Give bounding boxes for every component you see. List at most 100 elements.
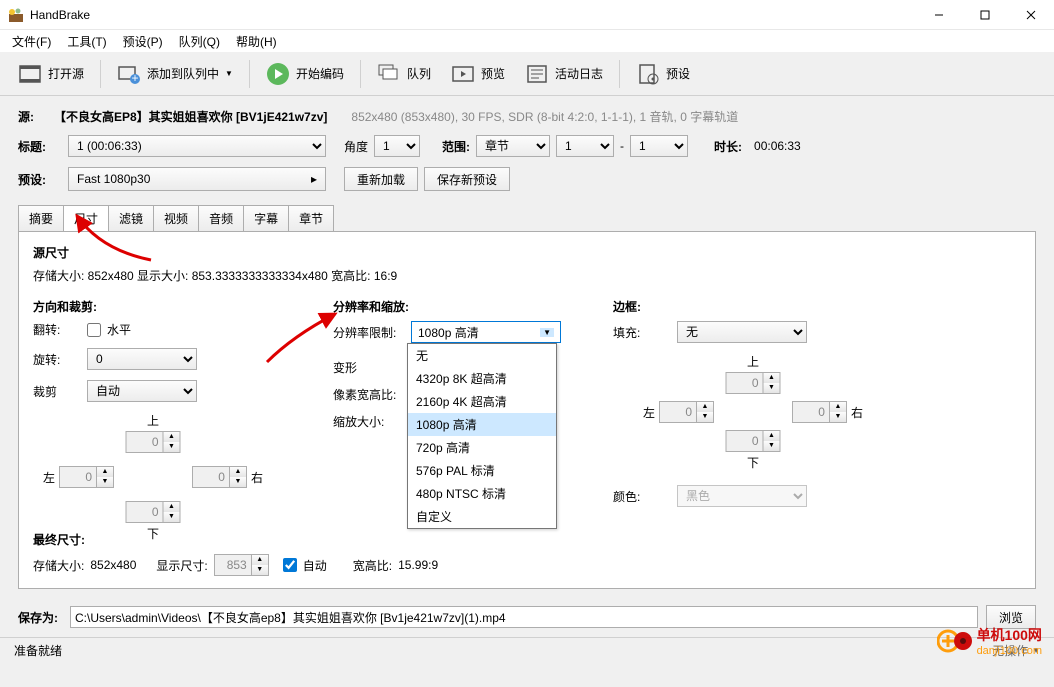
source-name: 【不良女高EP8】其实姐姐喜欢你 [BV1jE421w7zv]	[54, 108, 327, 125]
range-to-select[interactable]: 1	[630, 135, 688, 157]
dd-720p[interactable]: 720p 高清	[408, 436, 556, 459]
title-select[interactable]: 1 (00:06:33)	[68, 135, 326, 157]
flip-label: 翻转:	[33, 321, 81, 338]
reload-preset-button[interactable]: 重新加载	[344, 167, 418, 191]
pad-right[interactable]: ▲▼	[792, 401, 847, 423]
border-pad-grid: 上 ▲▼ 左 ▲▼ ▲▼ 右 ▲▼ 下	[643, 353, 863, 471]
crop-left[interactable]: ▲▼	[59, 466, 114, 488]
source-info: 852x480 (853x480), 30 FPS, SDR (8-bit 4:…	[351, 108, 738, 125]
auto-label: 自动	[303, 557, 327, 574]
close-button[interactable]	[1008, 0, 1054, 30]
auto-checkbox[interactable]	[283, 558, 297, 572]
final-title: 最终尺寸:	[33, 531, 1021, 548]
menu-tools[interactable]: 工具(T)	[59, 31, 114, 52]
activity-button[interactable]: 活动日志	[517, 59, 611, 89]
preset-label: 预设:	[18, 171, 62, 188]
start-encode-button[interactable]: 开始编码	[258, 58, 352, 90]
menu-presets[interactable]: 预设(P)	[115, 31, 171, 52]
add-queue-button[interactable]: + 添加到队列中 ▼	[109, 59, 241, 89]
rotate-select[interactable]: 0	[87, 348, 197, 370]
queue-icon	[377, 63, 401, 85]
dd-custom[interactable]: 自定义	[408, 505, 556, 528]
crop-right[interactable]: ▲▼	[192, 466, 247, 488]
res-title: 分辨率和缩放:	[333, 298, 573, 315]
scale-label: 缩放大小:	[333, 413, 405, 430]
dash: -	[620, 139, 624, 153]
border-title: 边框:	[613, 298, 853, 315]
menubar: 文件(F) 工具(T) 预设(P) 队列(Q) 帮助(H)	[0, 30, 1054, 52]
tab-chapters[interactable]: 章节	[288, 205, 334, 231]
fill-select[interactable]: 无	[677, 321, 807, 343]
svg-text:+: +	[132, 71, 139, 85]
window-title: HandBrake	[30, 8, 916, 22]
tab-audio[interactable]: 音频	[198, 205, 244, 231]
tab-subtitles[interactable]: 字幕	[243, 205, 289, 231]
final-display-spinner[interactable]: ▲▼	[214, 554, 269, 576]
fill-label: 填充:	[613, 324, 671, 341]
range-label: 范围:	[442, 138, 470, 155]
dimensions-panel: 源尺寸 存储大小: 852x480 显示大小: 853.333333333333…	[18, 231, 1036, 589]
content: 源: 【不良女高EP8】其实姐姐喜欢你 [BV1jE421w7zv] 852x4…	[0, 96, 1054, 597]
menu-help[interactable]: 帮助(H)	[228, 31, 285, 52]
final-ar-value: 15.99:9	[398, 558, 438, 572]
minimize-button[interactable]	[916, 0, 962, 30]
queue-button[interactable]: 队列	[369, 59, 439, 89]
crop-pad-grid: 上 ▲▼ 左 ▲▼ ▲▼ 右 ▲▼ 下	[43, 412, 263, 542]
crop-bottom[interactable]: ▲▼	[126, 501, 181, 523]
preview-button[interactable]: 预览	[443, 59, 513, 89]
crop-label: 裁剪	[33, 383, 81, 400]
pad-top[interactable]: ▲▼	[726, 372, 781, 394]
presets-button[interactable]: 预设	[628, 59, 698, 89]
app-icon	[8, 7, 24, 23]
color-select[interactable]: 黑色	[677, 485, 807, 507]
res-limit-select[interactable]: 1080p 高清 ▼	[411, 321, 561, 343]
angle-select[interactable]: 1	[374, 135, 420, 157]
statusbar: 准备就绪 无操作 ▼	[0, 637, 1054, 663]
source-label: 源:	[18, 108, 48, 125]
open-source-button[interactable]: 打开源	[10, 59, 92, 89]
preset-field[interactable]: Fast 1080p30 ▸	[68, 167, 326, 191]
res-limit-label: 分辨率限制:	[333, 324, 405, 341]
anamorphic-label: 变形	[333, 359, 405, 376]
range-from-select[interactable]: 1	[556, 135, 614, 157]
tab-summary[interactable]: 摘要	[18, 205, 64, 231]
duration-value: 00:06:33	[754, 139, 801, 153]
dd-480p[interactable]: 480p NTSC 标清	[408, 482, 556, 505]
play-icon	[266, 62, 290, 86]
orient-title: 方向和裁剪:	[33, 298, 293, 315]
save-label: 保存为:	[18, 609, 62, 626]
menu-file[interactable]: 文件(F)	[4, 31, 59, 52]
final-storage-value: 852x480	[90, 558, 136, 572]
res-limit-dropdown[interactable]: 无 4320p 8K 超高清 2160p 4K 超高清 1080p 高清 720…	[407, 343, 557, 529]
save-path-input[interactable]	[70, 606, 978, 628]
status-ready: 准备就绪	[14, 642, 62, 659]
toolbar: 打开源 + 添加到队列中 ▼ 开始编码 队列 预览 活动日志 预设	[0, 52, 1054, 96]
dd-4320p[interactable]: 4320p 8K 超高清	[408, 367, 556, 390]
range-type-select[interactable]: 章节	[476, 135, 550, 157]
annotation-arrow-2	[263, 306, 343, 366]
flip-h-label: 水平	[107, 321, 131, 338]
angle-label: 角度	[344, 138, 368, 155]
chevron-down-icon: ▼	[540, 328, 554, 337]
source-size-text: 存储大小: 852x480 显示大小: 853.3333333333334x48…	[33, 267, 1021, 284]
title-label: 标题:	[18, 138, 62, 155]
pad-left[interactable]: ▲▼	[659, 401, 714, 423]
dd-576p[interactable]: 576p PAL 标清	[408, 459, 556, 482]
dd-1080p[interactable]: 1080p 高清	[408, 413, 556, 436]
menu-queue[interactable]: 队列(Q)	[171, 31, 228, 52]
activity-icon	[525, 63, 549, 85]
add-queue-icon: +	[117, 63, 141, 85]
film-icon	[18, 63, 42, 85]
dd-2160p[interactable]: 2160p 4K 超高清	[408, 390, 556, 413]
flip-h-checkbox[interactable]	[87, 323, 101, 337]
presets-icon	[636, 63, 660, 85]
watermark-icon	[937, 623, 973, 659]
save-preset-button[interactable]: 保存新预设	[424, 167, 510, 191]
crop-select[interactable]: 自动	[87, 380, 197, 402]
maximize-button[interactable]	[962, 0, 1008, 30]
chevron-right-icon: ▸	[311, 172, 317, 186]
dd-none[interactable]: 无	[408, 344, 556, 367]
pad-bottom[interactable]: ▲▼	[726, 430, 781, 452]
crop-top[interactable]: ▲▼	[126, 431, 181, 453]
annotation-arrow-1	[71, 210, 161, 264]
